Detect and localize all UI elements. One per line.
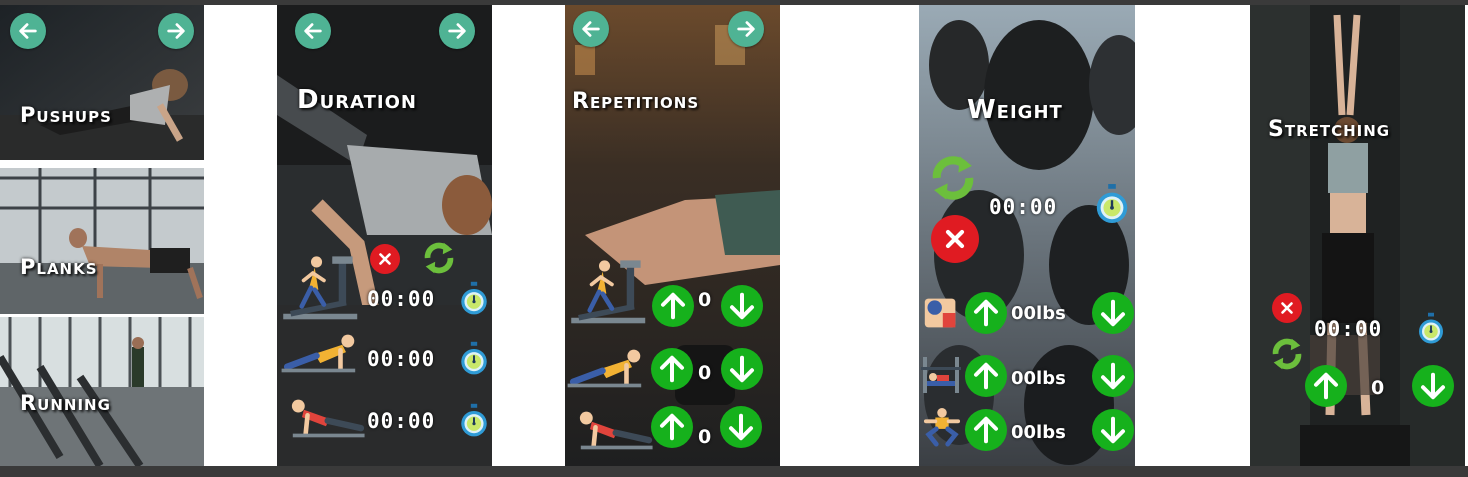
bench-press-icon bbox=[921, 355, 961, 395]
duration-time-2: 00:00 bbox=[367, 347, 436, 371]
repetitions-photo bbox=[565, 5, 780, 466]
squat-icon bbox=[923, 405, 961, 449]
arrow-down-icon bbox=[727, 354, 757, 384]
arrow-up-icon bbox=[658, 291, 688, 321]
rep-count-3: 0 bbox=[698, 426, 712, 448]
prev-button[interactable] bbox=[10, 13, 46, 49]
treadmill-runner-icon bbox=[281, 249, 365, 323]
plank-icon bbox=[567, 345, 651, 391]
close-button[interactable] bbox=[931, 215, 979, 263]
weight-value-2: 00lbs bbox=[1011, 368, 1066, 389]
stretching-panel: Stretching 00:00 0 bbox=[1250, 5, 1465, 466]
rep-count-2: 0 bbox=[698, 362, 712, 384]
page-title: Repetitions bbox=[572, 89, 700, 114]
decrease-button[interactable] bbox=[1412, 365, 1454, 407]
pushup-icon bbox=[571, 407, 655, 453]
stretching-count: 0 bbox=[1371, 377, 1385, 399]
plank-icon bbox=[281, 330, 365, 376]
category-label-pushups: Pushups bbox=[20, 103, 112, 127]
decrease-button[interactable] bbox=[721, 348, 763, 390]
duration-panel: Duration 00:00 00:00 00:00 bbox=[277, 5, 492, 466]
next-button[interactable] bbox=[158, 13, 194, 49]
refresh-icon[interactable] bbox=[926, 151, 980, 205]
close-icon bbox=[376, 250, 394, 268]
increase-button[interactable] bbox=[965, 292, 1007, 334]
increase-button[interactable] bbox=[651, 406, 693, 448]
arrow-left-icon bbox=[302, 20, 324, 42]
prev-button[interactable] bbox=[573, 11, 609, 47]
arrow-down-icon bbox=[1098, 415, 1128, 445]
arrow-up-icon bbox=[657, 354, 687, 384]
next-button[interactable] bbox=[439, 13, 475, 49]
decrease-button[interactable] bbox=[720, 406, 762, 448]
decrease-button[interactable] bbox=[1092, 292, 1134, 334]
bicep-curl-icon bbox=[923, 295, 959, 331]
arrow-up-icon bbox=[657, 412, 687, 442]
stopwatch-icon[interactable] bbox=[458, 281, 490, 316]
weight-value-1: 00lbs bbox=[1011, 303, 1066, 324]
weight-panel: Weight 00:00 00lbs 00lbs 00lbs bbox=[919, 5, 1135, 466]
weight-time: 00:00 bbox=[989, 195, 1058, 219]
close-icon bbox=[1278, 299, 1296, 317]
category-label-running: Running bbox=[20, 391, 111, 415]
increase-button[interactable] bbox=[651, 348, 693, 390]
planks-card[interactable]: Planks bbox=[0, 168, 204, 314]
increase-button[interactable] bbox=[652, 285, 694, 327]
increase-button[interactable] bbox=[965, 409, 1007, 451]
close-button[interactable] bbox=[1272, 293, 1302, 323]
arrow-right-icon bbox=[735, 18, 757, 40]
close-icon bbox=[941, 225, 969, 253]
arrow-up-icon bbox=[971, 415, 1001, 445]
arrow-down-icon bbox=[1418, 371, 1448, 401]
stretching-time: 00:00 bbox=[1314, 317, 1383, 341]
arrow-left-icon bbox=[580, 18, 602, 40]
repetitions-panel: Repetitions 0 0 0 bbox=[565, 5, 780, 466]
increase-button[interactable] bbox=[1305, 365, 1347, 407]
planks-photo bbox=[0, 168, 204, 314]
decrease-button[interactable] bbox=[1092, 409, 1134, 451]
category-panel: Pushups Planks Running bbox=[0, 5, 204, 466]
weight-value-3: 00lbs bbox=[1011, 422, 1066, 443]
arrow-down-icon bbox=[727, 291, 757, 321]
stopwatch-icon[interactable] bbox=[1416, 311, 1446, 346]
stopwatch-icon[interactable] bbox=[458, 403, 490, 438]
duration-time-1: 00:00 bbox=[367, 287, 436, 311]
category-label-planks: Planks bbox=[20, 255, 98, 279]
bottom-border bbox=[0, 466, 1468, 477]
duration-time-3: 00:00 bbox=[367, 409, 436, 433]
decrease-button[interactable] bbox=[721, 285, 763, 327]
pushup-icon bbox=[283, 395, 367, 441]
page-title: Weight bbox=[967, 95, 1063, 125]
treadmill-runner-icon bbox=[569, 253, 653, 327]
arrow-right-icon bbox=[165, 20, 187, 42]
prev-button[interactable] bbox=[295, 13, 331, 49]
refresh-icon[interactable] bbox=[420, 239, 458, 277]
page-title: Stretching bbox=[1268, 117, 1391, 142]
arrow-down-icon bbox=[726, 412, 756, 442]
arrow-left-icon bbox=[17, 20, 39, 42]
stopwatch-icon[interactable] bbox=[1093, 181, 1131, 227]
next-button[interactable] bbox=[728, 11, 764, 47]
arrow-up-icon bbox=[971, 298, 1001, 328]
page-title: Duration bbox=[297, 85, 417, 115]
arrow-up-icon bbox=[971, 361, 1001, 391]
close-button[interactable] bbox=[370, 244, 400, 274]
running-card[interactable]: Running bbox=[0, 317, 204, 466]
refresh-icon[interactable] bbox=[1268, 335, 1306, 373]
arrow-down-icon bbox=[1098, 361, 1128, 391]
increase-button[interactable] bbox=[965, 355, 1007, 397]
decrease-button[interactable] bbox=[1092, 355, 1134, 397]
stopwatch-icon[interactable] bbox=[458, 341, 490, 376]
arrow-up-icon bbox=[1311, 371, 1341, 401]
arrow-right-icon bbox=[446, 20, 468, 42]
rep-count-1: 0 bbox=[698, 289, 712, 311]
arrow-down-icon bbox=[1098, 298, 1128, 328]
